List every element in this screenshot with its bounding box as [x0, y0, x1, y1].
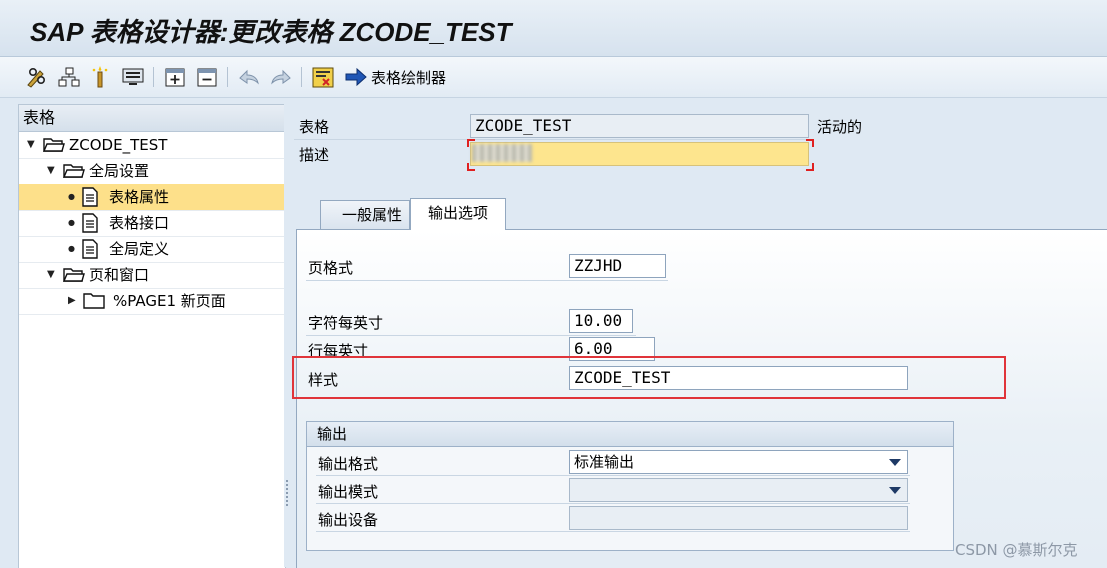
required-marker — [806, 139, 814, 147]
undo-icon[interactable] — [236, 65, 262, 89]
window-title: SAP 表格设计器:更改表格 ZCODE_TEST — [30, 17, 512, 47]
tree-node-label: 全局设置 — [89, 162, 150, 180]
leaf-dot-icon: ● — [68, 192, 75, 201]
toolbar-separator — [153, 67, 154, 87]
row-divider — [316, 503, 910, 504]
row-divider — [316, 475, 910, 476]
pencil-glasses-icon[interactable] — [24, 65, 50, 89]
tree-node-page1[interactable]: ▶ %PAGE1 新页面 — [19, 288, 285, 315]
tab-label: 输出选项 — [427, 204, 488, 222]
form-painter-label: 表格绘制器 — [371, 68, 447, 87]
dropdown-arrow-icon[interactable] — [889, 459, 901, 466]
tree-node-form-interface[interactable]: ● 表格接口 — [19, 210, 285, 237]
test-icon[interactable] — [310, 65, 336, 89]
delete-object-icon[interactable] — [194, 65, 220, 89]
folder-icon — [83, 293, 105, 309]
description-label: 描述 — [299, 146, 330, 164]
expand-arrow-icon[interactable]: ▼ — [27, 132, 35, 158]
tree-node-label: 表格接口 — [109, 214, 170, 232]
watermark: CSDN @慕斯尔克 — [955, 541, 1078, 559]
tree-node-global-definitions[interactable]: ● 全局定义 — [19, 236, 285, 263]
document-icon — [82, 213, 98, 233]
leaf-dot-icon: ● — [68, 218, 75, 227]
splitter-grip[interactable] — [286, 480, 288, 506]
dropdown-arrow-icon[interactable] — [889, 487, 901, 494]
application-toolbar: 表格绘制器 — [0, 57, 1107, 98]
page-format-label: 页格式 — [308, 259, 354, 277]
status-text: 活动的 — [817, 118, 863, 136]
toolbar-separator — [227, 67, 228, 87]
title-bar: SAP 表格设计器:更改表格 ZCODE_TEST — [0, 0, 1107, 57]
tree-node-pages-windows[interactable]: ▼ 页和窗口 — [19, 262, 285, 289]
output-device-label: 输出设备 — [318, 511, 379, 529]
output-format-value: 标准输出 — [574, 453, 635, 471]
tab-strip: 一般属性 输出选项 — [296, 196, 1107, 230]
row-divider — [306, 335, 636, 336]
output-format-dropdown[interactable]: 标准输出 — [569, 450, 908, 474]
magic-wand-icon[interactable] — [88, 65, 112, 89]
tree-node-form-attributes[interactable]: ● 表格属性 — [19, 184, 285, 211]
tab-general-attributes[interactable]: 一般属性 — [320, 200, 410, 230]
document-icon — [82, 239, 98, 259]
tree-node-label: ZCODE_TEST — [69, 136, 168, 154]
required-marker — [467, 163, 475, 171]
expand-arrow-icon[interactable]: ▼ — [47, 262, 55, 288]
tree-node-zcode-test[interactable]: ▼ ZCODE_TEST — [19, 132, 285, 159]
open-folder-icon — [63, 164, 85, 178]
form-tree: 表格 ▼ ZCODE_TEST ▼ 全局设置 ● 表格属性 ● 表格接口 ● 全… — [18, 104, 286, 568]
form-name-label: 表格 — [299, 118, 330, 136]
expand-arrow-icon[interactable]: ▼ — [47, 158, 55, 184]
form-name-field[interactable]: ZCODE_TEST — [470, 114, 809, 138]
output-format-label: 输出格式 — [318, 455, 379, 473]
open-folder-icon — [63, 268, 85, 282]
page-format-field[interactable]: ZZJHD — [569, 254, 666, 278]
output-device-field[interactable] — [569, 506, 908, 530]
open-folder-icon — [43, 138, 65, 152]
arrow-right-icon — [345, 67, 367, 87]
display-icon[interactable] — [120, 65, 146, 89]
tree-node-global-settings[interactable]: ▼ 全局设置 — [19, 158, 285, 185]
hierarchy-icon[interactable] — [56, 65, 82, 89]
cpi-field[interactable]: 10.00 — [569, 309, 633, 333]
collapse-arrow-icon[interactable]: ▶ — [68, 288, 76, 314]
tree-node-label: 表格属性 — [109, 188, 170, 206]
tab-label: 一般属性 — [341, 206, 402, 224]
required-marker — [467, 139, 475, 147]
output-mode-dropdown[interactable] — [569, 478, 908, 502]
redo-icon[interactable] — [268, 65, 294, 89]
output-group-title: 输出 — [307, 422, 953, 447]
leaf-dot-icon: ● — [68, 244, 75, 253]
document-icon — [82, 187, 98, 207]
highlight-box — [292, 356, 1006, 399]
required-marker — [806, 163, 814, 171]
create-object-icon[interactable] — [162, 65, 188, 89]
cpi-label: 字符每英寸 — [308, 314, 384, 332]
row-divider — [306, 280, 668, 281]
tree-node-label: %PAGE1 新页面 — [113, 292, 226, 310]
row-divider — [294, 139, 809, 140]
toolbar-separator — [301, 67, 302, 87]
redacted-description — [472, 144, 532, 162]
tab-output-options[interactable]: 输出选项 — [410, 198, 506, 230]
tree-node-label: 页和窗口 — [89, 266, 150, 284]
tree-header: 表格 — [19, 105, 285, 132]
row-divider — [316, 531, 910, 532]
form-painter-button[interactable]: 表格绘制器 — [344, 65, 446, 89]
tree-node-label: 全局定义 — [109, 240, 170, 258]
output-mode-label: 输出模式 — [318, 483, 379, 501]
